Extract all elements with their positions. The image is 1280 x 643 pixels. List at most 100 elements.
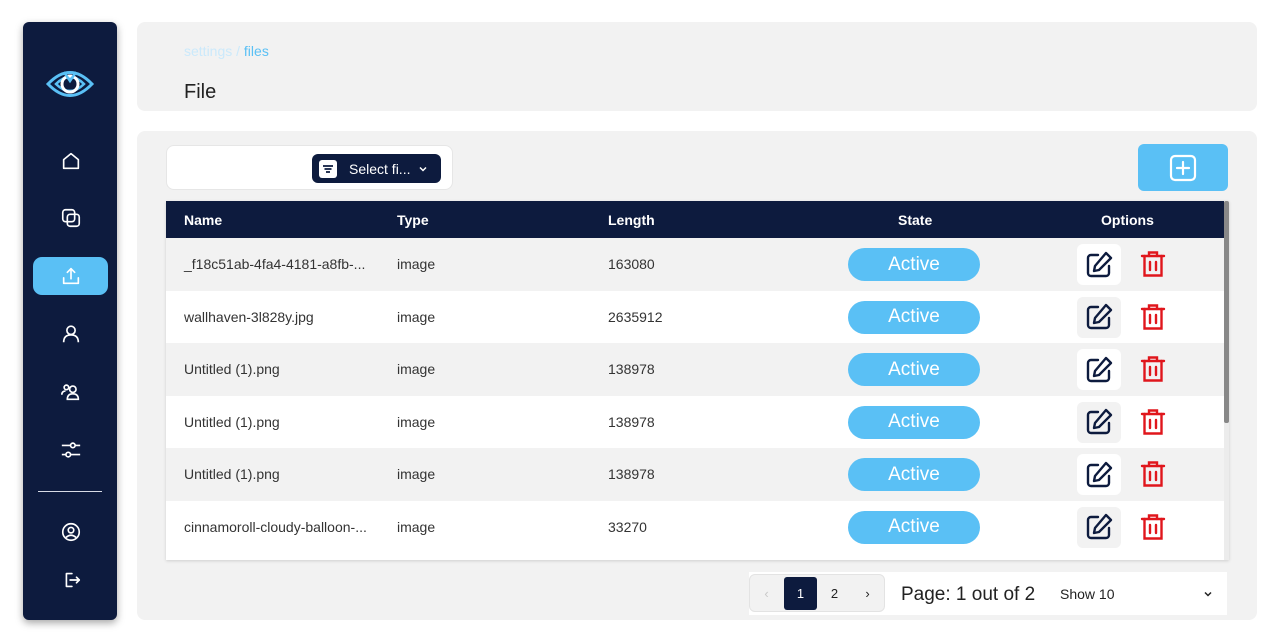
page-title: File: [184, 81, 217, 103]
delete-button[interactable]: [1137, 406, 1169, 438]
file-type-cell: image: [397, 413, 436, 430]
trash-icon: [1140, 408, 1166, 435]
column-header-name[interactable]: Name: [184, 212, 222, 228]
delete-button[interactable]: [1137, 353, 1169, 385]
trash-icon: [1140, 356, 1166, 382]
windows-icon: [61, 208, 80, 228]
edit-button[interactable]: [1077, 454, 1121, 495]
table-row[interactable]: Untitled (1).png image 138978 Active: [166, 448, 1224, 501]
table-scrollbar[interactable]: [1224, 201, 1229, 560]
logout-icon: [65, 572, 80, 588]
file-type-cell: image: [397, 466, 436, 482]
state-badge[interactable]: Active: [848, 248, 980, 281]
nav-users[interactable]: [33, 373, 108, 411]
state-badge[interactable]: Active: [848, 300, 980, 334]
sidebar-divider: [38, 491, 102, 492]
table-row[interactable]: _f18c51ab-4fa4-4181-a8fb-... image 163080 A…: [166, 238, 1224, 291]
file-length-cell: 138978: [608, 361, 655, 377]
file-name-cell: wallhaven-3l828y.jpg: [184, 308, 314, 325]
select-filter-button[interactable]: Select fi...: [312, 154, 441, 183]
column-header-type[interactable]: Type: [397, 212, 429, 228]
file-type-cell: image: [397, 361, 436, 377]
table-row[interactable]: Untitled (1).png image 138978 Active: [166, 343, 1224, 396]
trash-icon: [1140, 303, 1166, 330]
select-filter-label: Select fi...: [349, 160, 411, 177]
trash-icon: [1140, 513, 1166, 540]
nav-home[interactable]: [33, 142, 108, 180]
plus-square-icon: [1169, 154, 1197, 181]
file-type-cell: image: [397, 256, 436, 272]
page-button-2[interactable]: 2: [818, 577, 851, 610]
file-length-cell: 163080: [608, 256, 655, 272]
file-name-cell: Untitled (1).png: [184, 361, 280, 377]
page-size-select[interactable]: Show 10: [1049, 572, 1227, 615]
breadcrumb: settings / files: [184, 43, 269, 59]
state-badge[interactable]: Active: [848, 458, 980, 491]
file-name-cell: _f18c51ab-4fa4-4181-a8fb-...: [184, 256, 366, 272]
delete-button[interactable]: [1137, 511, 1169, 543]
edit-icon: [1086, 513, 1113, 540]
breadcrumb-settings[interactable]: settings: [184, 43, 232, 59]
page-buttons: ‹ 1 2 ›: [749, 574, 885, 612]
nav-account[interactable]: [33, 513, 108, 551]
files-table: Name Type Length State Options _f18c51ab…: [166, 201, 1229, 560]
file-length-cell: 33270: [608, 518, 647, 535]
file-type-cell: image: [397, 518, 436, 535]
page-button-1[interactable]: 1: [784, 577, 817, 610]
app-logo[interactable]: [45, 59, 95, 109]
file-length-cell: 2635912: [608, 308, 663, 325]
filter-bar: Select fi...: [166, 145, 453, 190]
breadcrumb-separator: /: [232, 43, 244, 59]
trash-icon: [1140, 461, 1166, 487]
nav-windows[interactable]: [33, 199, 108, 237]
table-header: Name Type Length State Options: [166, 201, 1224, 238]
pagination: ‹ 1 2 › Page: 1 out of 2 Show 10: [749, 572, 1227, 615]
edit-button[interactable]: [1077, 296, 1121, 338]
page-size-label: Show 10: [1060, 585, 1115, 602]
edit-button[interactable]: [1077, 506, 1121, 548]
filter-list-icon: [319, 159, 337, 178]
column-header-state[interactable]: State: [898, 212, 932, 228]
edit-button[interactable]: [1077, 349, 1121, 390]
edit-icon: [1086, 303, 1113, 330]
home-icon: [62, 152, 79, 170]
delete-button[interactable]: [1137, 458, 1169, 490]
table-row[interactable]: wallhaven-3l828y.jpg image 2635912 Active: [166, 290, 1224, 343]
account-circle-icon: [61, 522, 80, 542]
edit-icon: [1086, 251, 1113, 277]
delete-button[interactable]: [1137, 301, 1169, 333]
scrollbar-thumb[interactable]: [1224, 201, 1229, 423]
breadcrumb-files[interactable]: files: [244, 43, 269, 59]
state-badge[interactable]: Active: [848, 405, 980, 439]
prev-page-button[interactable]: ‹: [750, 577, 783, 610]
chevron-down-icon: [419, 166, 427, 172]
users-icon: [60, 384, 79, 401]
column-header-options: Options: [1101, 212, 1154, 228]
next-page-button[interactable]: ›: [851, 577, 884, 610]
edit-icon: [1086, 408, 1113, 435]
page-info: Page: 1 out of 2: [901, 584, 1036, 605]
nav-sliders[interactable]: [33, 431, 108, 469]
edit-icon: [1086, 356, 1113, 382]
file-length-cell: 138978: [608, 413, 655, 430]
delete-button[interactable]: [1137, 248, 1169, 280]
file-length-cell: 138978: [608, 466, 655, 482]
trash-icon: [1140, 251, 1166, 277]
edit-button[interactable]: [1077, 401, 1121, 443]
edit-icon: [1086, 461, 1113, 487]
state-badge[interactable]: Active: [848, 353, 980, 386]
file-name-cell: Untitled (1).png: [184, 466, 280, 482]
chevron-down-icon: [1204, 591, 1212, 597]
sliders-icon: [61, 442, 80, 458]
files-panel: Select fi... Name Type Length State Opti…: [137, 131, 1257, 620]
table-row[interactable]: cinnamoroll-cloudy-balloon-... image 33270…: [166, 500, 1224, 553]
column-header-length[interactable]: Length: [608, 212, 655, 228]
nav-logout[interactable]: [33, 561, 108, 599]
nav-upload[interactable]: [33, 257, 108, 295]
nav-user[interactable]: [33, 315, 108, 353]
edit-button[interactable]: [1077, 244, 1121, 285]
file-name-cell: Untitled (1).png: [184, 413, 280, 430]
state-badge[interactable]: Active: [848, 510, 980, 544]
add-file-button[interactable]: [1138, 144, 1228, 191]
table-row[interactable]: Untitled (1).png image 138978 Active: [166, 395, 1224, 448]
